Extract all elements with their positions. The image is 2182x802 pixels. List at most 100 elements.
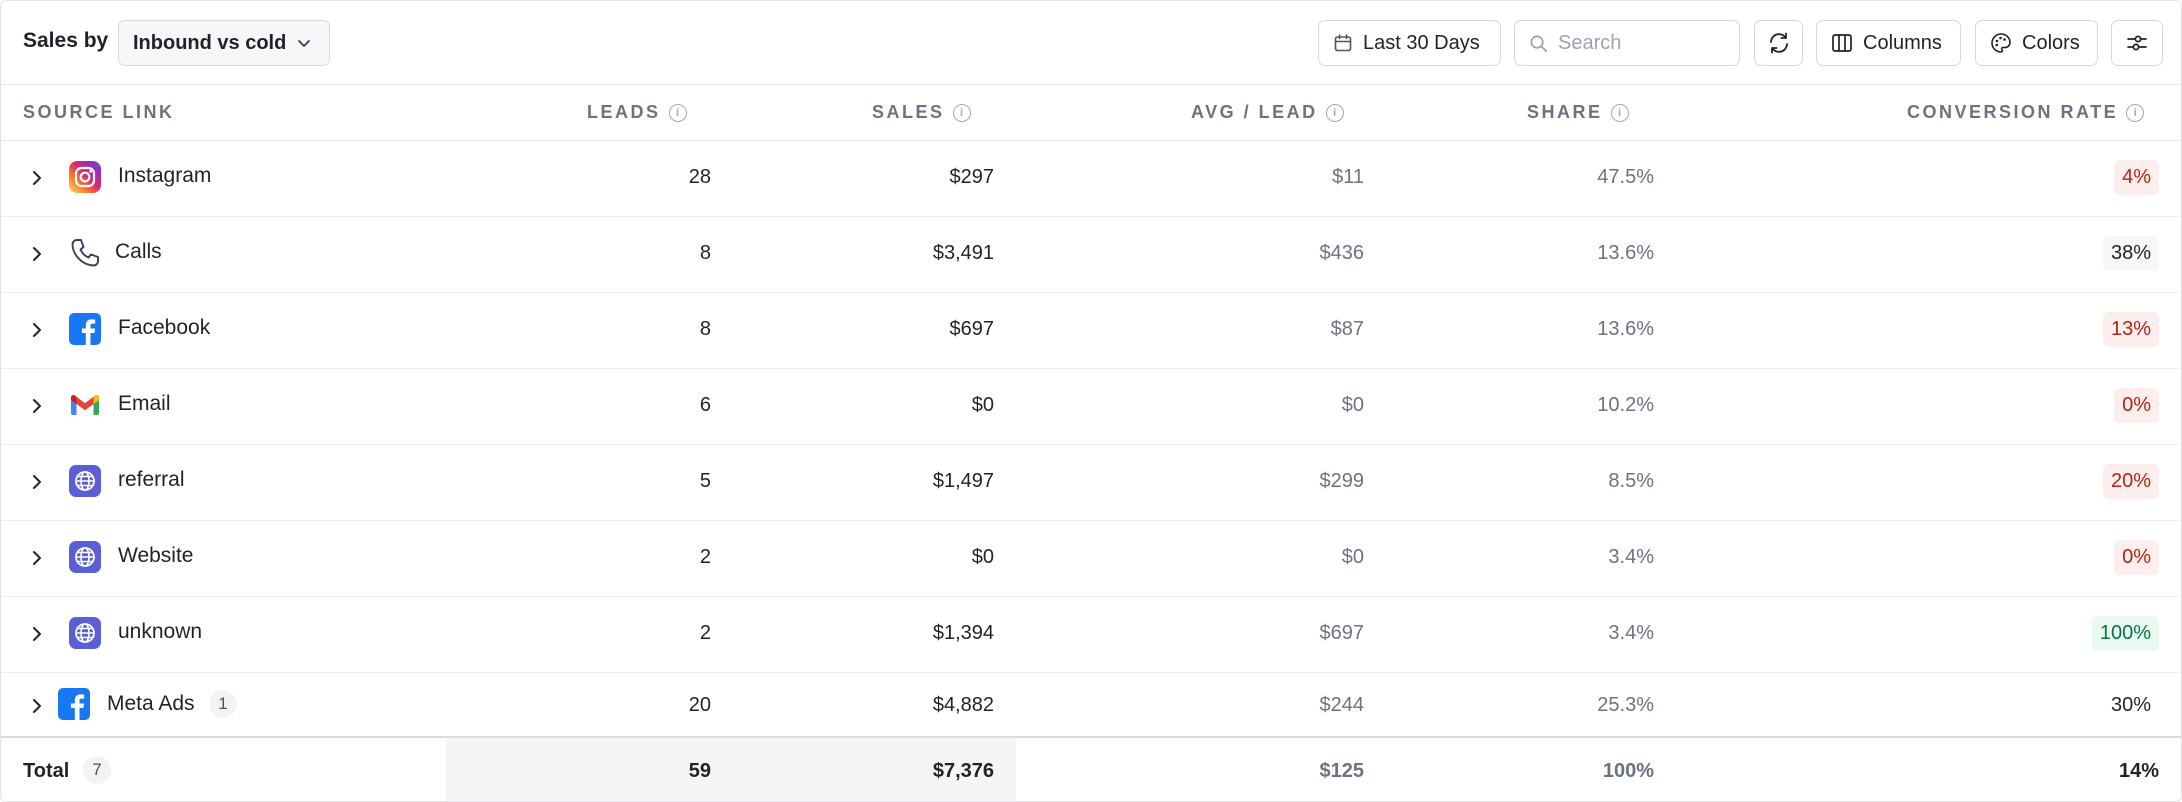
palette-icon — [1991, 33, 2011, 53]
globe-icon — [68, 616, 102, 650]
table-header: SOURCE LINK LEADS i SALES i AVG / LEAD i… — [1, 84, 2181, 141]
header-share[interactable]: SHARE i — [1527, 102, 1629, 123]
sales-report-panel: Sales by Inbound vs cold Last 30 Days Se… — [0, 0, 2182, 802]
source-name[interactable]: Email — [118, 392, 171, 416]
chevron-right-icon[interactable] — [27, 244, 47, 264]
search-icon — [1530, 35, 1547, 52]
source-name[interactable]: Facebook — [118, 316, 210, 340]
calendar-icon — [1334, 34, 1352, 52]
table-row[interactable]: Meta Ads 1 20 $4,882 $244 25.3% 30% — [1, 672, 2181, 737]
source-name[interactable]: referral — [118, 468, 185, 492]
share-value: 3.4% — [1608, 622, 1654, 644]
header-leads-label: LEADS — [587, 102, 661, 122]
header-sales-label: SALES — [872, 102, 945, 122]
source-name[interactable]: unknown — [118, 620, 202, 644]
total-conversion: 14% — [2118, 760, 2159, 782]
search-placeholder: Search — [1558, 31, 1622, 54]
colors-button[interactable]: Colors — [1975, 20, 2098, 66]
leads-value: 8 — [699, 318, 711, 340]
globe-icon — [68, 464, 102, 498]
share-value: 47.5% — [1597, 166, 1654, 188]
conversion-rate-value: 38% — [2102, 236, 2159, 271]
leads-value: 5 — [699, 470, 711, 492]
info-icon[interactable]: i — [1610, 103, 1629, 122]
settings-button[interactable] — [2111, 20, 2163, 66]
sales-value: $697 — [949, 318, 995, 340]
chevron-right-icon[interactable] — [27, 696, 47, 716]
table-row[interactable]: unknown 2 $1,394 $697 3.4% 100% — [1, 596, 2181, 673]
refresh-button[interactable] — [1754, 20, 1803, 66]
chevron-right-icon[interactable] — [27, 548, 47, 568]
total-sales: $7,376 — [932, 760, 994, 782]
avg-per-lead-value: $436 — [1319, 242, 1365, 264]
columns-icon — [1832, 34, 1852, 52]
table-row[interactable]: Facebook 8 $697 $87 13.6% 13% — [1, 292, 2181, 369]
facebook-icon — [68, 312, 102, 346]
sales-value: $297 — [949, 166, 995, 188]
total-label: Total — [23, 760, 70, 782]
share-value: 3.4% — [1608, 546, 1654, 568]
table-row[interactable]: referral 5 $1,497 $299 8.5% 20% — [1, 444, 2181, 521]
header-avg[interactable]: AVG / LEAD i — [1191, 102, 1344, 123]
header-conversion[interactable]: CONVERSION RATE i — [1907, 102, 2145, 123]
search-input[interactable]: Search — [1514, 20, 1740, 66]
source-name[interactable]: Meta Ads — [107, 692, 195, 716]
avg-per-lead-value: $87 — [1330, 318, 1364, 340]
avg-per-lead-value: $697 — [1319, 622, 1365, 644]
avg-per-lead-value: $11 — [1332, 166, 1364, 188]
source-name[interactable]: Calls — [115, 240, 162, 264]
group-by-value: Inbound vs cold — [133, 31, 287, 54]
avg-per-lead-value: $299 — [1319, 470, 1365, 492]
phone-icon — [68, 236, 102, 270]
leads-value: 2 — [699, 546, 711, 568]
share-value: 8.5% — [1608, 470, 1654, 492]
header-leads[interactable]: LEADS i — [587, 102, 687, 123]
avg-per-lead-value: $244 — [1319, 694, 1365, 716]
conversion-rate-value: 0% — [2114, 388, 2159, 423]
info-icon[interactable]: i — [2126, 103, 2145, 122]
leads-value: 8 — [699, 242, 711, 264]
date-range-button[interactable]: Last 30 Days — [1318, 20, 1501, 66]
conversion-rate-value: 4% — [2114, 160, 2159, 195]
conversion-rate-value: 100% — [2091, 616, 2159, 651]
leads-value: 20 — [688, 694, 711, 716]
total-shade — [446, 738, 1016, 801]
sales-value: $0 — [971, 394, 994, 416]
table-row[interactable]: Instagram 28 $297 $11 47.5% 4% — [1, 140, 2181, 217]
chevron-right-icon[interactable] — [27, 320, 47, 340]
header-conversion-label: CONVERSION RATE — [1907, 102, 2119, 122]
chevron-right-icon[interactable] — [27, 472, 47, 492]
sales-value: $0 — [971, 546, 994, 568]
total-avg: $125 — [1319, 760, 1365, 782]
sliders-icon — [2127, 35, 2147, 51]
header-avg-label: AVG / LEAD — [1191, 102, 1318, 122]
table-row[interactable]: Calls 8 $3,491 $436 13.6% 38% — [1, 216, 2181, 293]
conversion-rate-value: 20% — [2102, 464, 2159, 499]
sales-value: $3,491 — [932, 242, 994, 264]
colors-label: Colors — [2022, 31, 2080, 54]
chevron-right-icon[interactable] — [27, 168, 47, 188]
source-name[interactable]: Website — [118, 544, 193, 568]
group-by-dropdown[interactable]: Inbound vs cold — [118, 20, 330, 66]
refresh-icon — [1769, 32, 1788, 54]
chevron-down-icon — [298, 40, 311, 47]
info-icon[interactable]: i — [1325, 103, 1344, 122]
columns-button[interactable]: Columns — [1816, 20, 1961, 66]
table-row[interactable]: Website 2 $0 $0 3.4% 0% — [1, 520, 2181, 597]
total-row: Total 7 59 $7,376 $125 100% 14% — [1, 736, 2181, 801]
chevron-right-icon[interactable] — [27, 624, 47, 644]
share-value: 25.3% — [1597, 694, 1654, 716]
leads-value: 28 — [688, 166, 711, 188]
chevron-right-icon[interactable] — [27, 396, 47, 416]
share-value: 13.6% — [1597, 242, 1654, 264]
header-source[interactable]: SOURCE LINK — [23, 102, 175, 123]
share-value: 13.6% — [1597, 318, 1654, 340]
source-name[interactable]: Instagram — [118, 164, 211, 188]
leads-value: 6 — [699, 394, 711, 416]
header-sales[interactable]: SALES i — [872, 102, 971, 123]
info-icon[interactable]: i — [952, 103, 971, 122]
conversion-rate-value: 30% — [2110, 694, 2151, 716]
info-icon[interactable]: i — [668, 103, 687, 122]
avg-per-lead-value: $0 — [1341, 394, 1364, 416]
table-row[interactable]: Email 6 $0 $0 10.2% 0% — [1, 368, 2181, 445]
